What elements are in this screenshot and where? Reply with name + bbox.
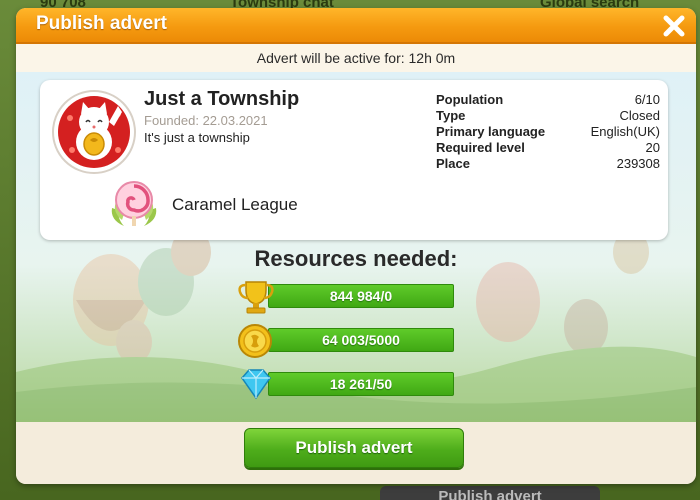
resource-row-trophies: 844 984/0 [236,276,456,314]
caramel-league-icon [111,181,157,226]
stat-row-required-level: Required level 20 [436,140,660,156]
diamond-icon [241,369,271,400]
stat-value: 6/10 [634,92,660,107]
league-badge [106,176,162,232]
founded-date: Founded: 22.03.2021 [144,113,268,128]
stat-label: Population [436,92,504,107]
stat-row-primary-language: Primary language English(UK) [436,124,660,140]
league-name: Caramel League [172,195,298,214]
resource-bar: 18 261/50 [268,372,454,396]
resource-bar: 64 003/5000 [268,328,454,352]
township-description: It's just a township [144,130,250,145]
advert-duration-text: Advert will be active for: 12h 0m [16,44,696,72]
dialog-title: Publish advert [36,13,167,34]
lucky-cat-icon [58,96,130,168]
resource-bar: 844 984/0 [268,284,454,308]
close-icon [663,15,685,37]
stat-label: Primary language [436,124,546,139]
stat-label: Place [436,156,470,171]
resource-row-diamonds: 18 261/50 [236,364,456,400]
stat-value: 239308 [616,156,660,171]
stat-label: Type [436,108,466,123]
dialog-titlebar: Publish advert [16,8,696,44]
stat-value: English(UK) [590,124,660,139]
publish-advert-button[interactable]: Publish advert [244,428,464,468]
bg-publish-button: Publish advert [380,486,600,500]
trophy-icon [238,281,274,314]
stat-row-type: Type Closed [436,108,660,124]
stat-row-population: Population 6/10 [436,92,660,108]
stat-row-place: Place 239308 [436,156,660,172]
township-name: Just a Township [144,88,300,110]
publish-advert-dialog: Publish advert Advert will be active for… [16,8,696,484]
township-card: Just a Township Founded: 22.03.2021 It's… [40,80,668,240]
close-button[interactable] [660,12,688,40]
stat-value: 20 [645,140,660,155]
resource-row-coins: 64 003/5000 [236,320,456,358]
stat-value: Closed [619,108,660,123]
stat-label: Required level [436,140,525,155]
coin-icon [238,324,272,358]
township-stats: Population 6/10 Type Closed Primary lang… [436,92,660,172]
township-avatar [52,90,136,174]
resources-title: Resources needed: [254,246,458,271]
founded-label: Founded: [144,113,199,128]
founded-value: 22.03.2021 [202,113,268,128]
